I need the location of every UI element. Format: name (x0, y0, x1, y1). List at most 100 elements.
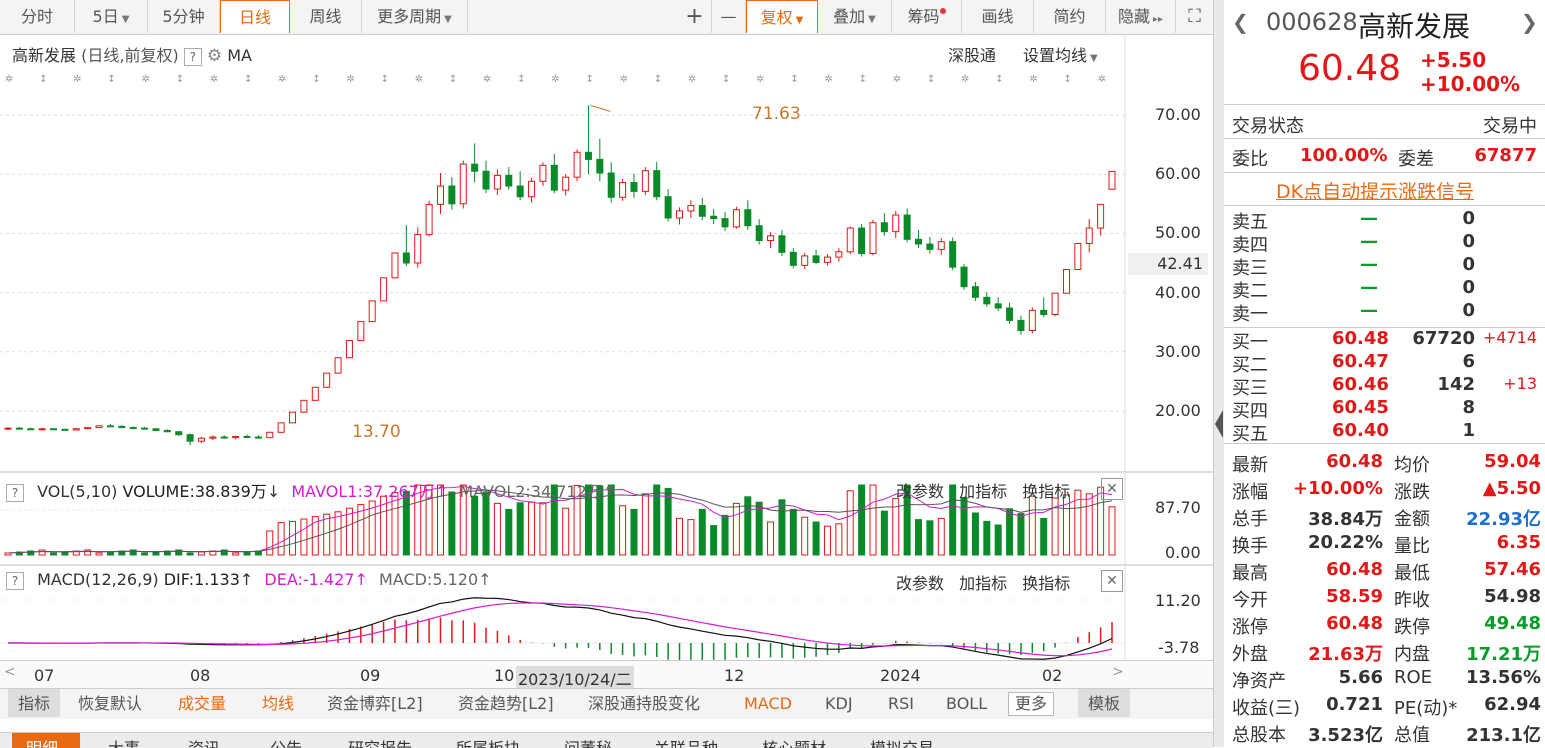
period-more[interactable]: 更多周期 ▼ (362, 0, 468, 33)
volume-bar (710, 525, 718, 556)
chevron-down-icon: ▼ (1090, 53, 1098, 64)
volume-bar (755, 501, 763, 556)
candle-body (345, 340, 353, 359)
period-daily[interactable]: 日线 (220, 0, 290, 33)
buy-level-row: 买三 60.46 142 +13 (1224, 374, 1545, 399)
event-marker-icon: ↕ (995, 74, 1003, 85)
volume-bar (277, 522, 285, 556)
volume-bar (562, 507, 570, 556)
tab-detail[interactable]: 明细 (12, 733, 80, 748)
vol-legend: ? VOL(5,10) VOLUME:38.839万↓ MAVOL1:37.26… (6, 478, 616, 502)
divider (1224, 205, 1545, 206)
tab-rsi[interactable]: RSI (888, 689, 914, 719)
stat-label: 总手 (1232, 509, 1268, 530)
tab-macd[interactable]: MACD (744, 689, 792, 719)
zoom-out-button[interactable]: — (712, 0, 746, 33)
gear-icon[interactable]: ⚙ (207, 46, 222, 66)
fullscreen-button[interactable]: ⛶ (1176, 0, 1213, 33)
price-axis-label: 20.00 (1155, 401, 1201, 420)
macd-add-indicator-link[interactable]: 加指标 (959, 574, 1007, 593)
period-5min-label: 5分钟 (162, 7, 205, 26)
tab-events[interactable]: 大事 (108, 733, 140, 748)
tab-news[interactable]: 资讯 (188, 733, 220, 748)
help-icon[interactable]: ? (6, 571, 24, 590)
candle-body (175, 431, 183, 436)
shgt-link[interactable]: 深股通 (948, 42, 996, 66)
stat-value: 13.56% (1466, 667, 1541, 688)
candle-body (596, 158, 604, 174)
set-ma-link[interactable]: 设置均线 ▼ (1023, 42, 1098, 66)
buy-level-volume: 8 (1462, 397, 1475, 418)
candle-body (106, 425, 114, 428)
event-marker-icon: ↕ (517, 74, 525, 85)
candle-body (653, 170, 661, 198)
tab-indicator[interactable]: 指标 (8, 689, 61, 717)
tab-theme[interactable]: 核心题材 (762, 733, 826, 748)
tab-template[interactable]: 模板 (1078, 689, 1131, 717)
vol-close-button[interactable]: ✕ (1101, 478, 1123, 500)
kline-chart[interactable]: ✲ ↕ ✲ ↕ ✲ ↕ ✲ ↕ ✲ ↕ ✲ ↕ ✲ ↕ ✲ ↕ ✲ ↕ ✲ ↕ ✲ ↕ ✲ ↕ ✲ ↕ ✲ ↕ ✲ ↕ ✲ ↕ ✲ (0, 35, 1213, 660)
help-icon[interactable]: ? (183, 47, 202, 66)
collapse-arrow-icon[interactable] (1215, 410, 1223, 438)
arrow-up-icon: ↑ (478, 570, 492, 589)
candle-body (414, 234, 422, 264)
prev-stock-button[interactable]: ❮ (1232, 10, 1249, 34)
tab-related[interactable]: 关联品种 (654, 733, 718, 748)
candle-body (903, 214, 911, 240)
minus-icon: — (720, 7, 737, 26)
tab-fund-game[interactable]: 资金博弈[L2] (327, 689, 423, 719)
chips-button[interactable]: 筹码 (892, 0, 962, 33)
tab-volume[interactable]: 成交量 (178, 689, 226, 719)
draw-button[interactable]: 画线 (962, 0, 1034, 33)
volume-bar (334, 511, 342, 556)
hide-button[interactable]: 隐藏 ▸▸ (1106, 0, 1176, 33)
macd-change-params-link[interactable]: 改参数 (896, 574, 944, 593)
chevron-left-icon: < (4, 664, 16, 680)
tab-ma[interactable]: 均线 (262, 689, 294, 719)
candle-body (209, 436, 217, 439)
vol-add-indicator-link[interactable]: 加指标 (959, 482, 1007, 501)
event-marker-icon: ✲ (142, 74, 150, 85)
tab-announce[interactable]: 公告 (270, 733, 302, 748)
x-scroll-left[interactable]: < (4, 664, 16, 680)
help-icon[interactable]: ? (6, 483, 24, 502)
vol-switch-indicator-link[interactable]: 换指标 (1022, 482, 1070, 501)
macd-close-button[interactable]: ✕ (1101, 570, 1123, 592)
tab-boll[interactable]: BOLL (946, 689, 987, 719)
x-scroll-right[interactable]: > (1112, 664, 1124, 680)
dk-signal-link[interactable]: DK点自动提示涨跌信号 (1276, 177, 1474, 204)
volume-bar (38, 549, 46, 556)
candle-body (493, 174, 501, 190)
volume-bar (1108, 506, 1116, 556)
chart-toolbar: 分时 5日 ▼ 5分钟 日线 周线 更多周期 ▼ + — 复权 ▼ 叠加 ▼ 筹码 画线… (0, 0, 1213, 35)
tab-more[interactable]: 更多 (1008, 692, 1055, 716)
macd-switch-indicator-link[interactable]: 换指标 (1022, 574, 1070, 593)
stat-label: 涨幅 (1232, 482, 1268, 503)
period-5min[interactable]: 5分钟 (148, 0, 220, 33)
next-stock-button[interactable]: ❯ (1521, 10, 1538, 34)
period-weekly[interactable]: 周线 (290, 0, 362, 33)
tab-reset[interactable]: 恢复默认 (78, 689, 142, 719)
tab-research[interactable]: 研究报告 (348, 733, 412, 748)
tab-sim-trade[interactable]: 模拟交易 (870, 733, 934, 748)
period-fenshi[interactable]: 分时 (0, 0, 75, 33)
stat-value: 60.48 (1326, 559, 1383, 580)
volume-bar (368, 500, 376, 556)
overlay-button[interactable]: 叠加 ▼ (818, 0, 892, 33)
macd-macd: MACD:5.120 (378, 570, 479, 589)
period-5day[interactable]: 5日 ▼ (75, 0, 148, 33)
tab-shgt-holding[interactable]: 深股通持股变化 (588, 689, 700, 719)
tab-kdj[interactable]: KDJ (825, 689, 853, 719)
tab-fund-trend[interactable]: 资金趋势[L2] (458, 689, 554, 719)
simple-button[interactable]: 简约 (1034, 0, 1106, 33)
fuquan-button[interactable]: 复权 ▼ (746, 0, 818, 33)
vol-change-params-link[interactable]: 改参数 (896, 482, 944, 501)
candle-body (163, 430, 171, 433)
volume-bar (869, 484, 877, 556)
tab-sector[interactable]: 所属板块 (456, 733, 520, 748)
draw-label: 画线 (981, 7, 1014, 26)
stat-value: 213.1亿 (1466, 725, 1541, 746)
volume-bar (505, 508, 513, 556)
tab-ask-board[interactable]: 问董秘 (564, 733, 612, 748)
zoom-in-button[interactable]: + (678, 0, 712, 33)
